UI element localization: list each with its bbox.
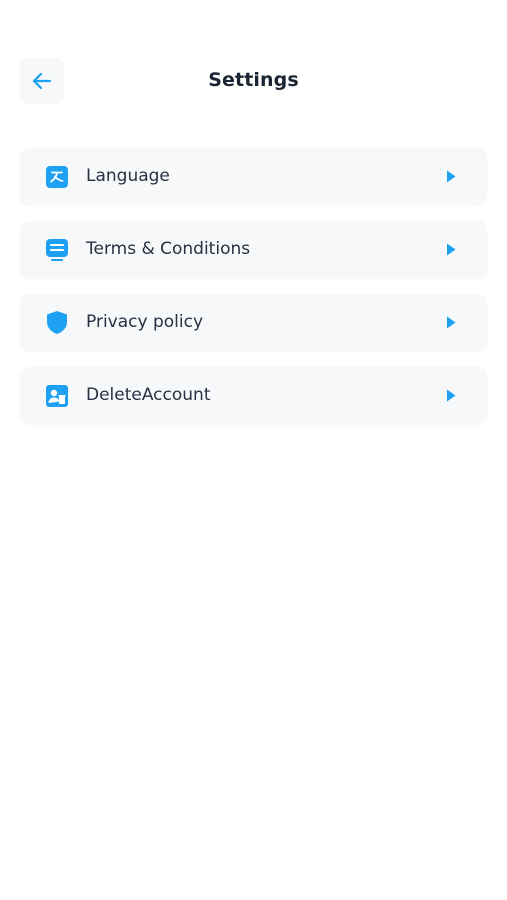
menu-item-terms[interactable]: Terms & Conditions: [20, 221, 487, 278]
user-delete-icon: [45, 384, 68, 407]
menu-item-label: Language: [86, 166, 170, 186]
chevron-right-icon: [447, 243, 456, 256]
menu-item-label: Privacy policy: [86, 312, 203, 332]
page-title: Settings: [208, 69, 299, 91]
shield-icon: [45, 311, 68, 334]
menu-item-privacy[interactable]: Privacy policy: [20, 294, 487, 351]
settings-menu: Language Terms & Conditions Privacy poli…: [20, 148, 487, 440]
translate-icon: [45, 165, 68, 188]
chevron-right-icon: [447, 316, 456, 329]
document-list-icon: [45, 238, 68, 261]
menu-item-label: Terms & Conditions: [86, 239, 251, 259]
chevron-right-icon: [447, 389, 456, 402]
menu-item-language[interactable]: Language: [20, 148, 487, 205]
settings-screen: Settings Language Terms & Conditions Pri…: [0, 0, 507, 900]
menu-item-delete-account[interactable]: DeleteAccount: [20, 367, 487, 424]
chevron-right-icon: [447, 170, 456, 183]
menu-item-label: DeleteAccount: [86, 385, 211, 405]
header: Settings: [0, 58, 507, 106]
